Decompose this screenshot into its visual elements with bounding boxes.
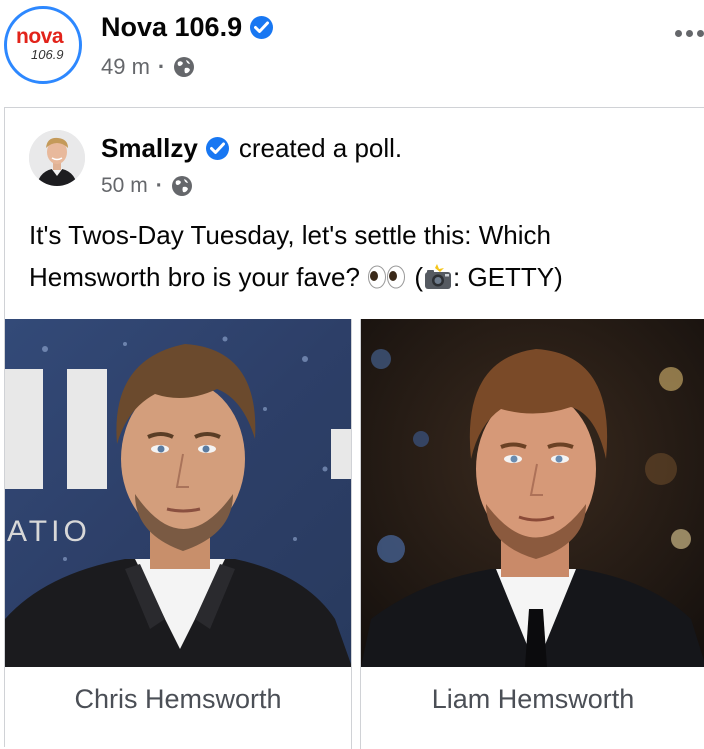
author-line: Smallzy created a poll.	[101, 133, 402, 164]
post-header: nova 106.9 Nova 106.9 49 m ·	[0, 0, 704, 100]
eyes-emoji-icon	[367, 259, 407, 289]
page-name[interactable]: Nova 106.9	[101, 12, 242, 42]
nova-logo-frequency: 106.9	[31, 47, 64, 62]
shared-post-card[interactable]: Smallzy created a poll. 50 m · It's Twos…	[4, 107, 704, 749]
post-text-credit-close: : GETTY)	[453, 262, 563, 292]
option-photo-liam	[361, 319, 704, 667]
page-avatar[interactable]: nova 106.9	[4, 6, 82, 84]
nova-logo: nova 106.9	[15, 25, 73, 65]
globe-icon	[171, 175, 193, 197]
poll-option-chris-hemsworth[interactable]: ATIO Chris Hemsworth	[5, 319, 352, 749]
verified-badge-icon	[205, 137, 229, 160]
poll-option-liam-hemsworth[interactable]: Liam Hemsworth	[360, 319, 704, 749]
option-photo-chris: ATIO	[5, 319, 351, 667]
post-text-credit-open: (	[407, 262, 424, 292]
verified-badge-icon	[249, 16, 273, 39]
poll-option-label: Liam Hemsworth	[431, 684, 635, 714]
post-text: It's Twos-Day Tuesday, let's settle this…	[29, 214, 669, 298]
author-action: created a poll.	[238, 133, 403, 163]
post-time[interactable]: 49 m	[101, 54, 150, 80]
poll-option-label: Chris Hemsworth	[74, 684, 282, 714]
post-meta: 49 m ·	[101, 54, 195, 80]
camera-flash-emoji-icon	[423, 260, 453, 289]
meta-separator: ·	[157, 54, 166, 79]
page-name-line: Nova 106.9	[101, 12, 273, 43]
shared-post-meta: 50 m ·	[101, 174, 193, 198]
svg-text:ATIO: ATIO	[7, 515, 91, 548]
meta-separator: ·	[155, 174, 163, 197]
more-options-icon[interactable]	[664, 20, 704, 44]
author-avatar[interactable]	[29, 130, 85, 186]
nova-logo-word: nova	[16, 25, 64, 48]
globe-icon	[173, 56, 195, 78]
poll: ATIO Chris Hemsworth Liam Hemsworth	[5, 319, 704, 749]
shared-post-time[interactable]: 50 m	[101, 174, 148, 198]
author-name[interactable]: Smallzy	[101, 133, 198, 164]
